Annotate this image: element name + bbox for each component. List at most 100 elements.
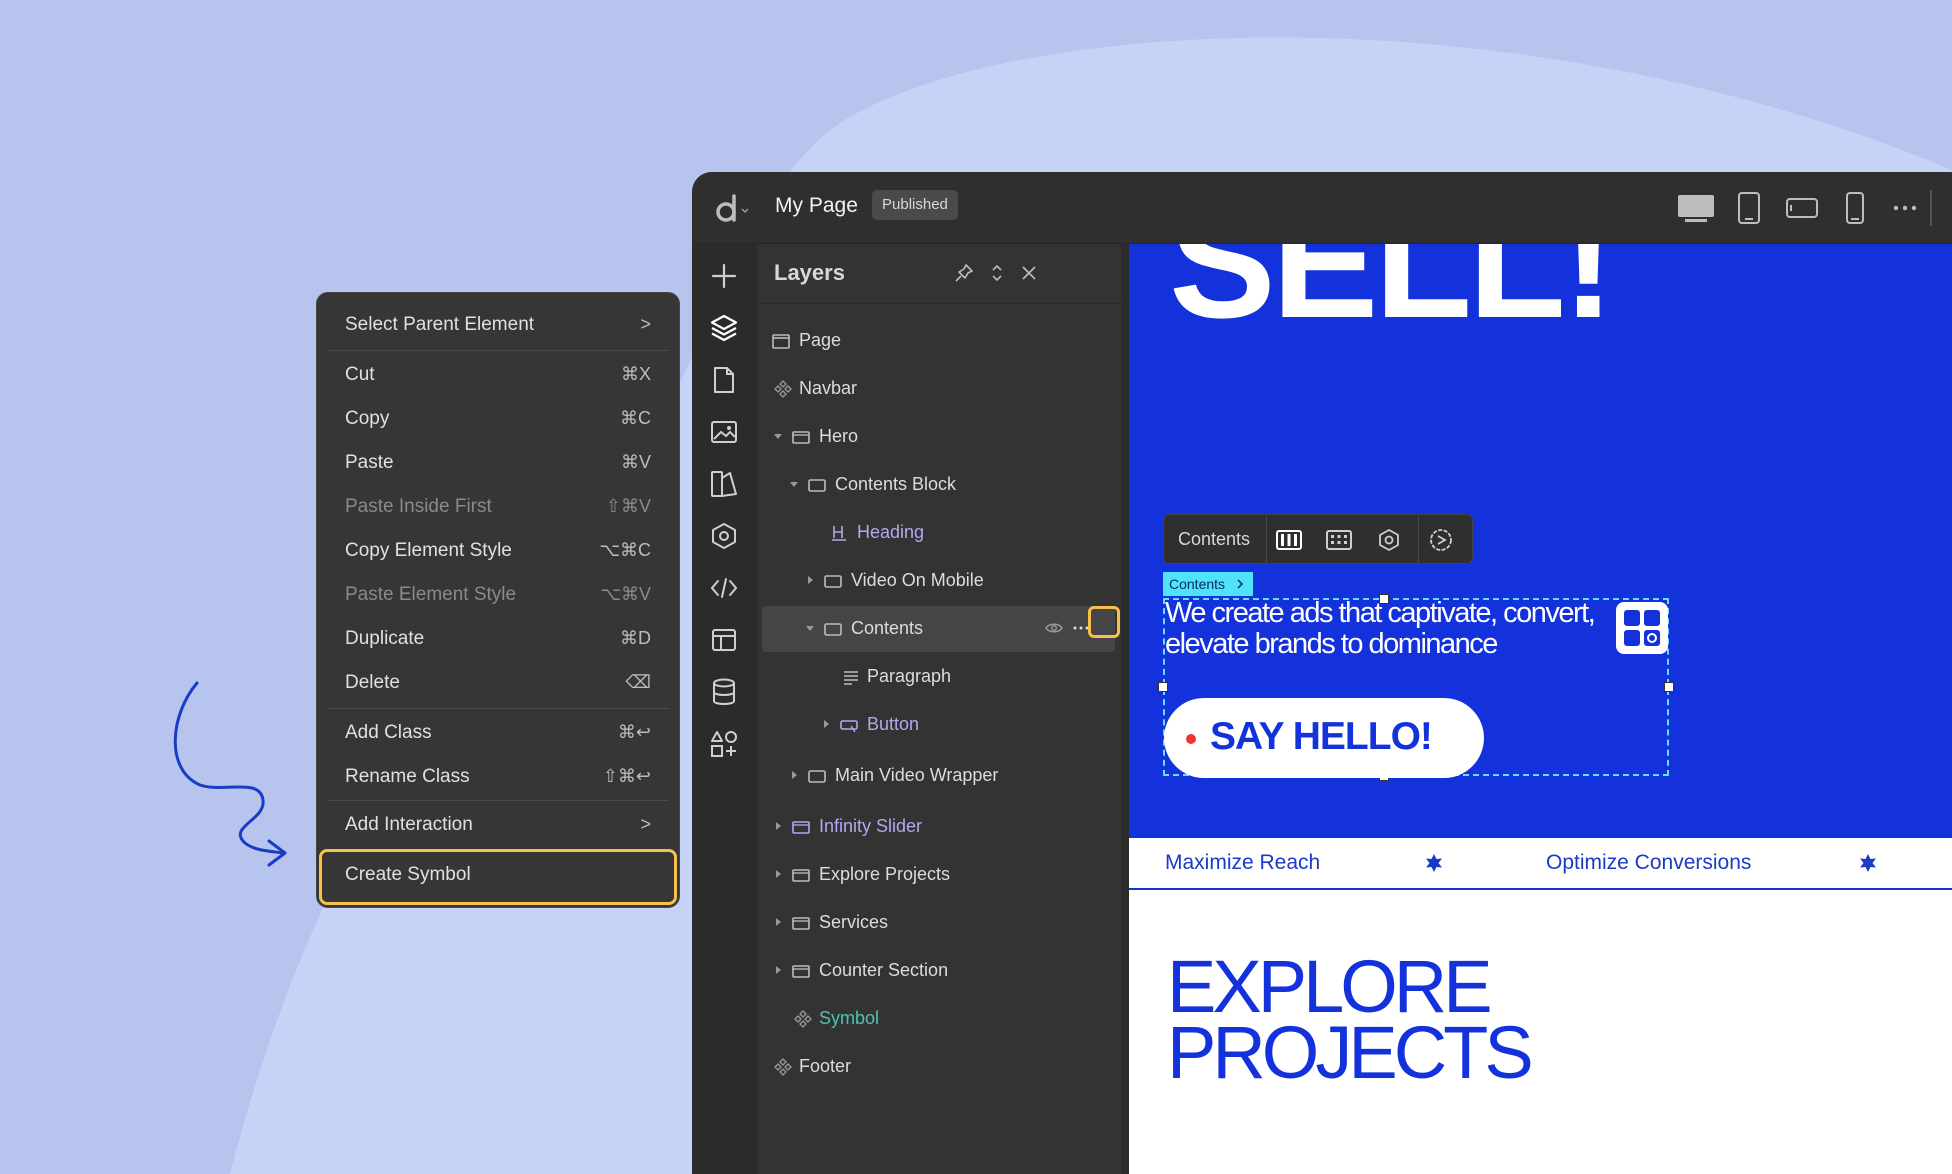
- menu-item-shortcut: ⌘D: [620, 628, 651, 648]
- more-icon[interactable]: [1890, 172, 1920, 244]
- menu-item-label: Paste Inside First: [345, 496, 492, 517]
- layer-row-main-video-wrapper[interactable]: Main Video Wrapper: [757, 753, 1121, 797]
- chevron-right-icon[interactable]: [789, 770, 799, 780]
- menu-item-shortcut: ⌥⌘C: [599, 540, 651, 560]
- layer-row-contents[interactable]: Contents: [757, 606, 1121, 652]
- more-options-icon[interactable]: [1073, 626, 1089, 630]
- style-icon[interactable]: [704, 464, 744, 504]
- menu-item-paste-inside-first[interactable]: Paste Inside First ⇧⌘V: [317, 487, 681, 527]
- menu-item-paste[interactable]: Paste ⌘V: [317, 443, 681, 483]
- star-icon: [1860, 854, 1876, 872]
- selected-element-tag[interactable]: Contents: [1163, 572, 1254, 596]
- menu-item-shortcut: >: [640, 314, 651, 334]
- close-icon[interactable]: [1015, 259, 1043, 287]
- layer-row-hero[interactable]: Hero: [757, 414, 1121, 458]
- explore-projects-heading[interactable]: EXPLORE PROJECTS: [1167, 950, 1534, 1090]
- visibility-icon[interactable]: [1045, 621, 1063, 635]
- apps-icon[interactable]: [704, 724, 744, 764]
- button-icon: [840, 720, 858, 733]
- tablet-landscape-icon[interactable]: [1784, 172, 1820, 244]
- divider: [1930, 190, 1932, 226]
- page-title[interactable]: My Page: [775, 194, 858, 218]
- layer-row-button[interactable]: Button: [757, 702, 1121, 746]
- symbols-icon[interactable]: [704, 516, 744, 556]
- chevron-right-icon[interactable]: [805, 575, 815, 585]
- context-menu: Select Parent Element > Cut ⌘X Copy ⌘C P…: [316, 292, 680, 908]
- database-icon[interactable]: [704, 672, 744, 712]
- menu-item-shortcut: ⇧⌘V: [605, 496, 651, 516]
- menu-item-rename-class[interactable]: Rename Class ⇧⌘↩: [317, 757, 681, 797]
- layer-row-explore-projects[interactable]: Explore Projects: [757, 852, 1121, 896]
- menu-item-shortcut: ⇧⌘↩: [602, 766, 651, 786]
- layer-row-infinity-slider[interactable]: Infinity Slider: [757, 804, 1121, 848]
- section-icon: [792, 917, 810, 930]
- design-canvas[interactable]: SELL! Contents Contents We create ads th…: [1129, 244, 1952, 1174]
- layer-row-footer[interactable]: Footer: [757, 1044, 1121, 1088]
- app-logo-icon[interactable]: [712, 190, 752, 226]
- layer-row-contents-block[interactable]: Contents Block: [757, 462, 1121, 506]
- resize-handle[interactable]: [1664, 682, 1674, 692]
- menu-item-copy-element-style[interactable]: Copy Element Style ⌥⌘C: [317, 531, 681, 571]
- infinity-slider[interactable]: Maximize Reach Optimize Conversions: [1129, 838, 1952, 890]
- divider: [327, 800, 669, 801]
- columns-icon[interactable]: [1274, 525, 1304, 555]
- toolbar-label[interactable]: Contents: [1178, 529, 1250, 550]
- tablet-icon[interactable]: [1734, 172, 1764, 244]
- menu-item-shortcut: ⌘↩: [617, 722, 651, 742]
- hero-paragraph[interactable]: We create ads that captivate, convert, e…: [1165, 598, 1625, 660]
- layer-row-counter-section[interactable]: Counter Section: [757, 948, 1121, 992]
- menu-item-duplicate[interactable]: Duplicate ⌘D: [317, 619, 681, 659]
- resize-handle[interactable]: [1158, 682, 1168, 692]
- chevron-down-icon[interactable]: [805, 623, 815, 633]
- chevron-right-icon[interactable]: [773, 821, 783, 831]
- menu-item-shortcut: ⌘V: [620, 452, 651, 472]
- top-bar: My Page Published: [692, 172, 1952, 244]
- menu-item-add-class[interactable]: Add Class ⌘↩: [317, 713, 681, 753]
- settings-icon[interactable]: [1426, 525, 1456, 555]
- pin-icon[interactable]: [950, 259, 978, 287]
- page-icon: [772, 334, 790, 349]
- say-hello-button[interactable]: SAY HELLO!: [1164, 698, 1484, 778]
- symbol-hex-icon[interactable]: [1374, 525, 1404, 555]
- menu-item-select-parent[interactable]: Select Parent Element >: [317, 305, 681, 345]
- layer-row-page[interactable]: Page: [757, 318, 1121, 362]
- menu-item-paste-element-style[interactable]: Paste Element Style ⌥⌘V: [317, 575, 681, 615]
- layer-row-heading[interactable]: Heading: [757, 510, 1121, 554]
- mobile-icon[interactable]: [1842, 172, 1868, 244]
- layer-label: Contents: [851, 618, 924, 638]
- menu-item-add-interaction[interactable]: Add Interaction >: [317, 805, 681, 845]
- box-icon: [808, 479, 826, 492]
- media-icon[interactable]: [704, 412, 744, 452]
- section-icon: [792, 965, 810, 978]
- expand-collapse-icon[interactable]: [983, 259, 1011, 287]
- chevron-right-icon[interactable]: [773, 917, 783, 927]
- hero-section[interactable]: SELL! Contents Contents We create ads th…: [1129, 244, 1952, 838]
- layer-label: Button: [867, 714, 920, 734]
- layer-row-paragraph[interactable]: Paragraph: [757, 654, 1121, 698]
- desktop-icon[interactable]: [1676, 172, 1716, 244]
- add-icon[interactable]: [704, 256, 744, 296]
- menu-item-delete[interactable]: Delete ⌫: [317, 663, 681, 703]
- pages-icon[interactable]: [704, 360, 744, 400]
- layer-row-symbol[interactable]: Symbol: [757, 996, 1121, 1040]
- chevron-down-icon[interactable]: [789, 479, 799, 489]
- layer-row-navbar[interactable]: Navbar: [757, 366, 1121, 410]
- layer-row-video-on-mobile[interactable]: Video On Mobile: [757, 558, 1121, 602]
- menu-item-cut[interactable]: Cut ⌘X: [317, 355, 681, 395]
- layer-label: Paragraph: [867, 666, 952, 686]
- code-icon[interactable]: [704, 568, 744, 608]
- chevron-right-icon[interactable]: [773, 965, 783, 975]
- menu-item-copy[interactable]: Copy ⌘C: [317, 399, 681, 439]
- layout-icon[interactable]: [704, 620, 744, 660]
- grid-icon[interactable]: [1324, 525, 1354, 555]
- hero-heading[interactable]: SELL!: [1169, 244, 1615, 354]
- chevron-right-icon[interactable]: [773, 869, 783, 879]
- chevron-down-icon[interactable]: [773, 431, 783, 441]
- layer-label: Explore Projects: [819, 864, 951, 884]
- chevron-right-icon[interactable]: [821, 719, 831, 729]
- layers-icon[interactable]: [704, 308, 744, 348]
- menu-item-label: Duplicate: [345, 628, 425, 649]
- components-badge-icon[interactable]: [1616, 602, 1668, 654]
- layer-label: Counter Section: [819, 960, 949, 980]
- layer-row-services[interactable]: Services: [757, 900, 1121, 944]
